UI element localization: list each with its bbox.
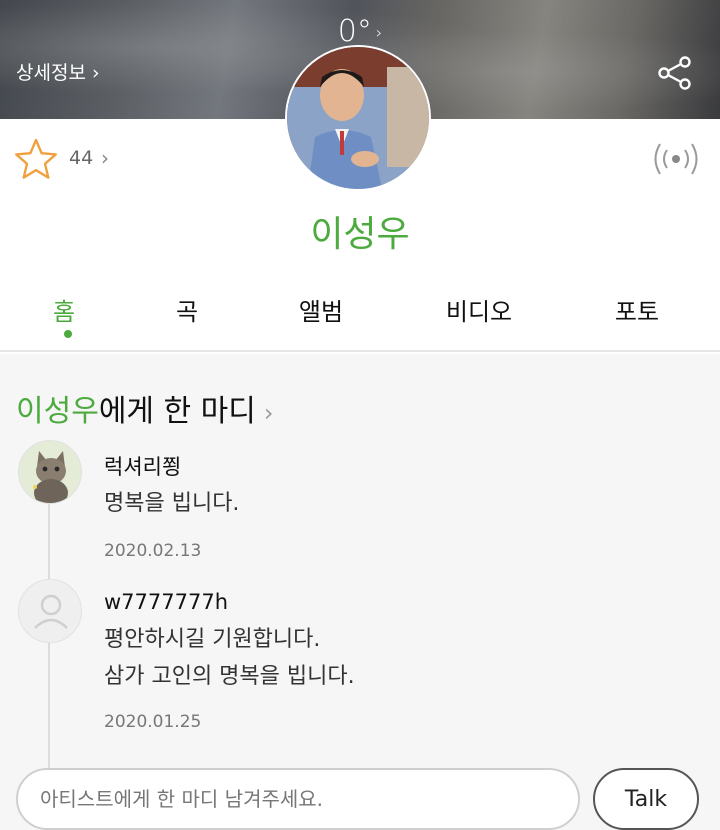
section-title-suffix: 에게 한 마디	[98, 394, 256, 429]
comment-username[interactable]: w7777777h	[104, 590, 228, 614]
tab-home[interactable]: 홈	[53, 292, 75, 327]
avatar[interactable]	[18, 579, 82, 643]
comment-text-line: 삼가 고인의 명복을 빕니다.	[104, 664, 355, 689]
tab-bar: 홈 곡 앨범 비디오 포토	[0, 292, 720, 352]
section-title-artist: 이성우	[16, 394, 99, 429]
artist-avatar[interactable]	[285, 45, 431, 191]
comment-date: 2020.02.13	[104, 541, 202, 561]
comment-input[interactable]	[16, 768, 580, 830]
avatar[interactable]	[18, 440, 82, 504]
chevron-right-icon: ›	[263, 399, 274, 427]
temperature-value: 0°	[337, 14, 372, 49]
user-placeholder-icon	[34, 594, 68, 629]
cat-avatar-icon	[19, 441, 81, 503]
tab-albums[interactable]: 앨범	[299, 292, 343, 327]
comments-section-title[interactable]: 이성우에게 한 마디 ›	[16, 386, 274, 430]
tab-songs[interactable]: 곡	[176, 292, 198, 327]
star-icon[interactable]	[13, 137, 59, 181]
artist-name: 이성우	[310, 214, 410, 255]
temperature-display[interactable]: 0° ›	[338, 14, 383, 49]
tab-videos[interactable]: 비디오	[446, 292, 512, 327]
radio-broadcast-icon[interactable]	[650, 138, 702, 180]
share-icon[interactable]	[656, 54, 694, 92]
chevron-right-icon: ›	[375, 23, 383, 42]
comment-username[interactable]: 럭셔리쬥	[104, 451, 181, 481]
active-tab-indicator	[64, 330, 72, 338]
tab-photos[interactable]: 포토	[615, 292, 659, 327]
chevron-right-icon: ›	[101, 146, 109, 170]
comment-text: 명복을 빕니다.	[104, 491, 240, 516]
comment-text-line: 평안하시길 기원합니다.	[104, 627, 321, 652]
talk-button[interactable]: Talk	[593, 768, 699, 830]
detail-info-link[interactable]: 상세정보 ›	[16, 58, 100, 85]
comment-date: 2020.01.25	[104, 712, 202, 732]
like-count[interactable]: 44	[69, 147, 93, 169]
